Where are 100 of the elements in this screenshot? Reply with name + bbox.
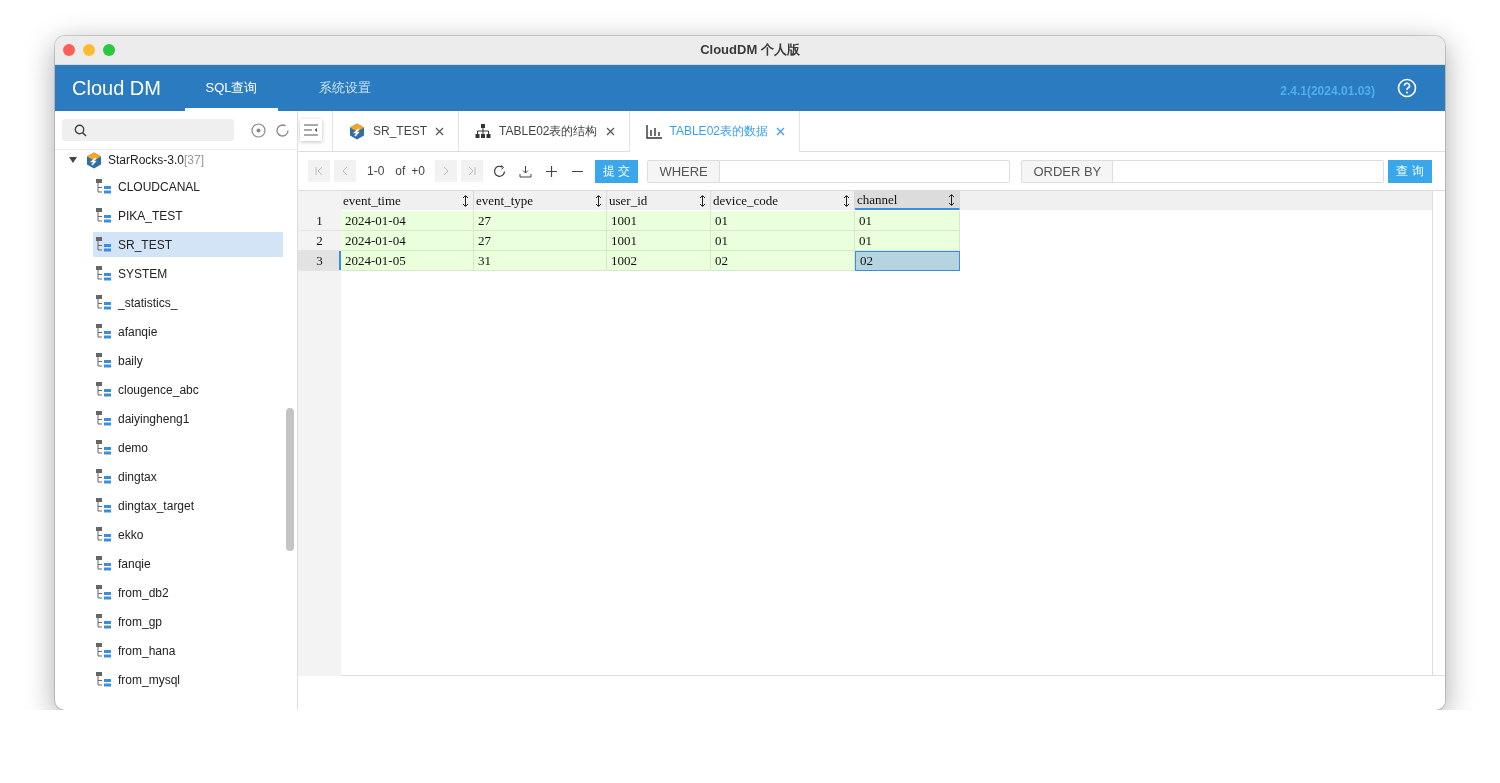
schema-icon (96, 584, 113, 601)
schema-icon (96, 381, 113, 398)
hexagon-logo-icon (86, 151, 102, 169)
where-label: WHERE (647, 159, 720, 183)
row-number[interactable]: 3 (298, 251, 341, 271)
tree-item[interactable]: from_mysql (93, 667, 283, 692)
tree-item[interactable]: daiyingheng1 (93, 406, 283, 431)
app-logo: Cloud DM (71, 75, 162, 101)
table-cell[interactable]: 1001 (607, 211, 711, 231)
order-by-input[interactable] (1113, 159, 1385, 183)
table-cell[interactable]: 01 (711, 211, 855, 231)
tree-root[interactable]: StarRocks-3.0[37] (55, 150, 297, 170)
sort-icon[interactable] (462, 194, 469, 207)
schema-icon (96, 294, 113, 311)
first-page-icon (314, 166, 324, 176)
schema-icon (96, 671, 113, 688)
table-cell[interactable]: 1001 (607, 231, 711, 251)
bar-chart-icon (645, 124, 662, 139)
table-cell[interactable]: 31 (474, 251, 607, 271)
table-cell[interactable]: 02 (855, 251, 960, 271)
column-label: device_code (713, 192, 778, 209)
column-header[interactable]: user_id (607, 191, 711, 210)
tree-item[interactable]: dingtax_target (93, 493, 283, 518)
nav-tab[interactable]: SQL查询 (185, 65, 278, 111)
tree-item[interactable]: SR_TEST (93, 232, 283, 257)
locate-icon[interactable] (251, 122, 266, 138)
tree-item[interactable]: SYSTEM (93, 261, 283, 286)
column-header[interactable]: event_time (341, 191, 474, 210)
table-cell[interactable]: 01 (711, 231, 855, 251)
window-title: CloudDM 个人版 (700, 41, 800, 59)
close-button[interactable] (63, 44, 75, 56)
search-icon (74, 123, 87, 137)
close-icon[interactable] (435, 126, 444, 136)
table-cell[interactable]: 01 (855, 231, 960, 251)
order-by-label: ORDER BY (1021, 159, 1114, 183)
refresh-icon[interactable] (493, 164, 507, 178)
tree-item[interactable]: from_gp (93, 609, 283, 634)
of-label: of (395, 164, 406, 178)
sort-icon[interactable] (595, 194, 602, 207)
schema-icon (96, 642, 113, 659)
tree-item[interactable]: from_db2 (93, 580, 283, 605)
tree-item[interactable]: baily (93, 348, 283, 373)
sort-icon[interactable] (699, 194, 706, 207)
sort-icon[interactable] (843, 194, 850, 207)
last-page-icon (467, 166, 478, 176)
tree-label: StarRocks-3.0[37] (108, 153, 205, 167)
column-label: user_id (609, 192, 648, 209)
tree-item[interactable]: fanqie (93, 551, 283, 576)
plus-icon[interactable] (545, 164, 559, 178)
zoom-button[interactable] (103, 44, 115, 56)
close-icon[interactable] (605, 126, 615, 136)
schema-icon (96, 265, 113, 282)
table-cell[interactable]: 2024-01-04 (341, 231, 474, 251)
tree-item[interactable]: dingtax (93, 464, 283, 489)
where-input[interactable] (719, 159, 1011, 183)
tree-item[interactable]: ekko (93, 522, 283, 547)
page-range: 1-0 (367, 164, 385, 178)
scrollbar-thumb[interactable] (286, 408, 294, 551)
tree-item[interactable]: demo (93, 435, 283, 460)
tree-item[interactable]: clougence_abc (93, 377, 283, 402)
table-cell[interactable]: 27 (474, 211, 607, 231)
tree-item[interactable]: afanqie (93, 319, 283, 344)
schema-icon (96, 526, 113, 543)
schema-icon (96, 323, 113, 340)
column-header[interactable]: channel (855, 191, 960, 210)
table-cell[interactable]: 2024-01-04 (341, 211, 474, 231)
expand-arrow-icon[interactable] (69, 157, 77, 163)
column-header[interactable]: event_type (474, 191, 607, 210)
tree-item[interactable]: CLOUDCANAL (93, 174, 283, 199)
help-icon[interactable] (1397, 78, 1417, 98)
tree-item[interactable]: PIKA_TEST (93, 203, 283, 228)
schema-icon (96, 410, 113, 427)
schema-icon (96, 207, 113, 224)
schema-icon (96, 497, 113, 514)
schema-icon (96, 555, 113, 572)
column-label: channel (857, 191, 898, 208)
schema-icon (96, 352, 113, 369)
schema-icon (96, 468, 113, 485)
table-cell[interactable]: 27 (474, 231, 607, 251)
sort-icon[interactable] (948, 193, 955, 206)
table-cell[interactable]: 2024-01-05 (341, 251, 474, 271)
schema-icon (96, 439, 113, 456)
tree-item[interactable]: from_hana (93, 638, 283, 663)
table-cell[interactable]: 01 (855, 211, 960, 231)
nav-tab[interactable]: 系统设置 (298, 65, 391, 111)
total-count: +0 (411, 164, 426, 178)
sidebar-toggle-button[interactable] (300, 119, 322, 141)
table-cell[interactable]: 02 (711, 251, 855, 271)
download-icon[interactable] (519, 164, 533, 178)
schema-icon (96, 178, 113, 195)
schema-icon (96, 613, 113, 630)
column-label: event_type (476, 192, 534, 209)
table-cell[interactable]: 1002 (607, 251, 711, 271)
hexagon-logo-icon (349, 122, 365, 140)
search-field[interactable] (62, 119, 234, 141)
chevron-left-icon (340, 166, 350, 176)
column-label: event_time (343, 192, 401, 209)
hierarchy-icon (475, 123, 491, 139)
tree-item[interactable]: _statistics_ (93, 290, 283, 315)
schema-icon (96, 236, 113, 253)
